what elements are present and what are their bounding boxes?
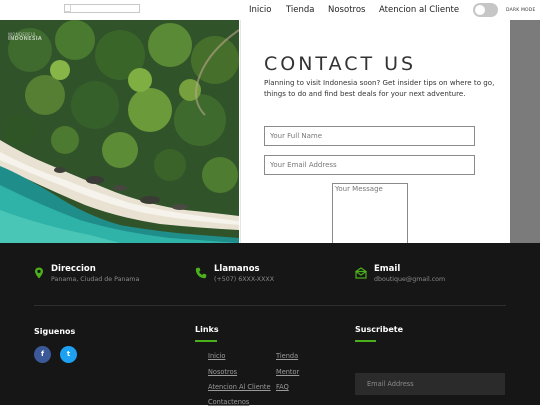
contact-description: Planning to visit Indonesia soon? Get in… xyxy=(264,78,495,98)
top-navbar: Inicio Tienda Nosotros Atencion al Clien… xyxy=(0,0,540,20)
address-value: Panama, Ciudad de Panama xyxy=(51,276,140,283)
side-gray-strip xyxy=(510,20,540,243)
links-underline xyxy=(195,340,217,342)
aerial-photo-illustration xyxy=(0,20,239,243)
location-pin-icon xyxy=(35,267,43,279)
address-title: Direccion xyxy=(51,264,96,274)
nav-link-nosotros[interactable]: Nosotros xyxy=(328,5,365,15)
follow-title: Siguenos xyxy=(34,327,76,336)
dark-mode-toggle[interactable] xyxy=(473,3,498,17)
full-name-input[interactable] xyxy=(264,126,475,146)
twitter-icon[interactable]: t xyxy=(60,346,77,363)
hero-section: WONDERFUL INDONESIA CONTACT US Planning … xyxy=(0,20,540,245)
broken-image-icon xyxy=(65,5,71,12)
phone-icon xyxy=(195,267,207,279)
contact-form-panel: CONTACT US Planning to visit Indonesia s… xyxy=(240,20,510,245)
wonderful-indonesia-watermark: WONDERFUL INDONESIA xyxy=(8,32,42,42)
nav-link-atencion[interactable]: Atencion al Cliente xyxy=(379,5,459,15)
footer-link-tienda[interactable]: Tienda xyxy=(276,352,298,360)
nav-link-tienda[interactable]: Tienda xyxy=(286,5,315,15)
email-title: Email xyxy=(374,264,401,274)
envelope-icon xyxy=(355,267,367,279)
facebook-icon[interactable]: f xyxy=(34,346,51,363)
message-textarea[interactable] xyxy=(332,183,408,245)
footer-link-inicio[interactable]: Inicio xyxy=(208,352,225,360)
watermark-line2: INDONESIA xyxy=(8,36,43,42)
footer-link-nosotros[interactable]: Nosotros xyxy=(208,368,237,376)
email-input[interactable] xyxy=(264,155,475,175)
footer-link-mentor[interactable]: Mentor xyxy=(276,368,299,376)
footer-link-faq[interactable]: FAQ xyxy=(276,383,289,391)
subscribe-underline xyxy=(355,340,376,342)
toggle-knob xyxy=(475,5,485,15)
subscribe-email-input[interactable] xyxy=(355,373,505,395)
dark-mode-label: DARK MODE xyxy=(506,8,536,13)
footer: Direccion Panama, Ciudad de Panama Llama… xyxy=(0,243,540,406)
aerial-beach-photo: WONDERFUL INDONESIA xyxy=(0,20,239,243)
contact-title: CONTACT US xyxy=(264,53,417,75)
site-logo-image[interactable] xyxy=(64,4,140,13)
footer-divider xyxy=(34,305,506,306)
subscribe-title: Suscribete xyxy=(355,325,404,334)
footer-link-atencion[interactable]: Atencion Al Cliente xyxy=(208,383,271,391)
links-title: Links xyxy=(195,325,219,334)
phone-value: (+507) 6XXX-XXXX xyxy=(214,276,275,283)
nav-link-inicio[interactable]: Inicio xyxy=(249,5,272,15)
email-value[interactable]: dboutique@gmail.com xyxy=(374,276,445,283)
phone-title: Llamanos xyxy=(214,264,260,274)
